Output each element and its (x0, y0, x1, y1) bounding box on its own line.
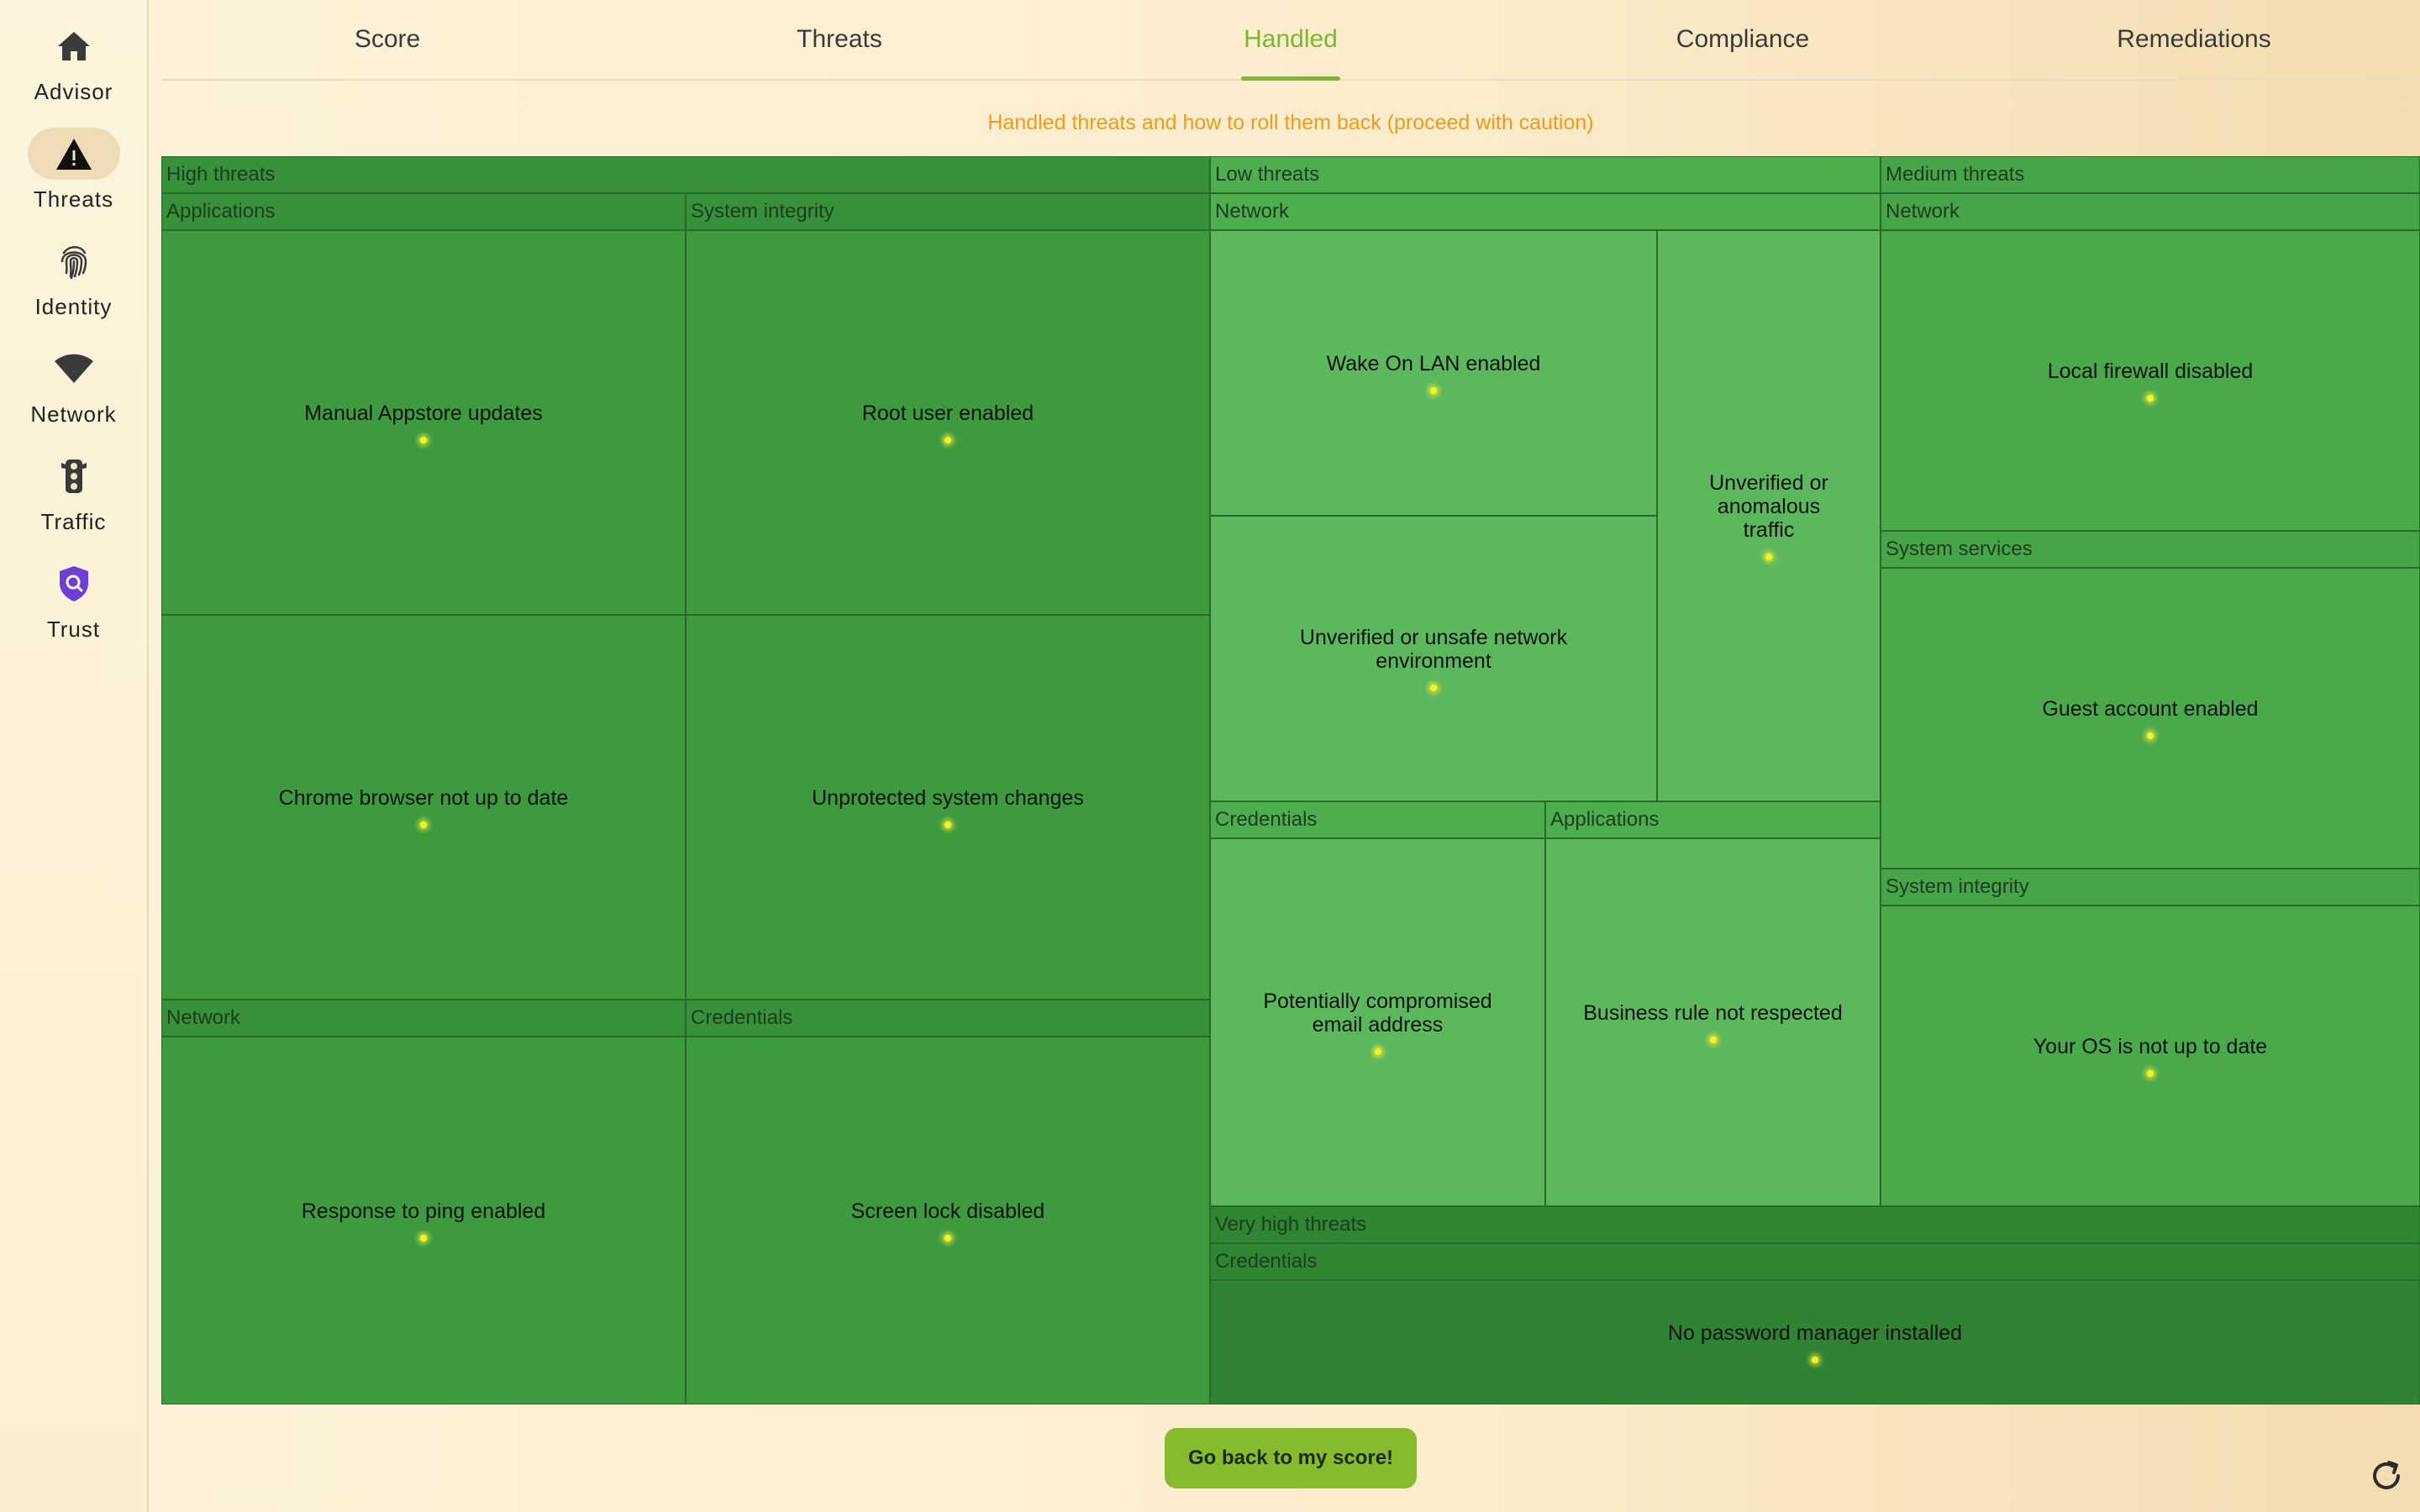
threat-label: Response to ping enabled (301, 1200, 546, 1223)
status-dot (2147, 732, 2154, 739)
status-dot (944, 437, 951, 444)
sidebar-item-traffic[interactable]: Traffic (0, 438, 147, 539)
threat-tile-chrome-browser[interactable]: Chrome browser not up to date (161, 615, 686, 1000)
threat-label: Root user enabled (861, 402, 1034, 425)
threat-tile-os-not-up-to-date[interactable]: Your OS is not up to date (1881, 906, 2420, 1206)
status-dot (1374, 1048, 1381, 1055)
threat-tile-anomalous-traffic[interactable]: Unverified or anomalous traffic (1657, 230, 1881, 801)
group-header-high-threats: High threats (161, 156, 1210, 193)
active-tab-underline (1241, 76, 1340, 81)
tab-threats[interactable]: Threats (613, 0, 1065, 79)
group-header-very-high-threats: Very high threats (1210, 1206, 2420, 1243)
sidebar-item-identity[interactable]: Identity (0, 223, 147, 324)
threat-label: Guest account enabled (2042, 697, 2259, 721)
status-dot (944, 1235, 951, 1242)
subgroup-header-network: Network (1210, 193, 1881, 230)
threat-tile-local-firewall-disabled[interactable]: Local firewall disabled (1881, 230, 2420, 531)
threat-label: Unverified or unsafe network environment (1299, 626, 1568, 673)
sidebar-item-label: Traffic (40, 509, 107, 534)
status-dot (420, 822, 427, 828)
threat-label: Business rule not respected (1583, 1001, 1843, 1025)
threat-tile-wake-on-lan[interactable]: Wake On LAN enabled (1210, 230, 1657, 516)
fingerprint-icon (28, 235, 120, 287)
subgroup-header-credentials: Credentials (686, 1000, 1210, 1037)
threat-label: No password manager installed (1667, 1321, 1963, 1345)
threat-tile-no-password-manager[interactable]: No password manager installed (1210, 1280, 2420, 1404)
sidebar-item-label: Network (30, 402, 117, 427)
subgroup-header-credentials: Credentials (1210, 801, 1545, 838)
subgroup-header-network: Network (161, 1000, 686, 1037)
subgroup-header-system-services: System services (1881, 531, 2420, 568)
status-dot (2147, 1070, 2154, 1077)
threat-treemap: High threats Applications System integri… (161, 156, 2420, 1404)
tab-compliance[interactable]: Compliance (1517, 0, 1969, 79)
home-icon (28, 20, 120, 72)
sidebar-item-label: Advisor (34, 79, 113, 104)
sidebar-item-label: Threats (33, 186, 114, 212)
threat-tile-root-user-enabled[interactable]: Root user enabled (686, 230, 1210, 615)
shield-search-icon (28, 558, 120, 610)
sidebar-item-network[interactable]: Network (0, 331, 147, 432)
threat-tile-screen-lock-disabled[interactable]: Screen lock disabled (686, 1037, 1210, 1404)
status-dot (420, 437, 427, 444)
status-dot (2147, 395, 2154, 402)
subgroup-header-credentials: Credentials (1210, 1243, 2420, 1280)
sidebar-item-trust[interactable]: Trust (0, 546, 147, 647)
wifi-icon (28, 343, 120, 395)
threat-tile-response-to-ping[interactable]: Response to ping enabled (161, 1037, 686, 1404)
sidebar-item-label: Identity (34, 294, 113, 319)
threat-label: Local firewall disabled (2047, 360, 2254, 383)
sidebar-item-label: Trust (46, 617, 101, 642)
tab-label: Handled (1244, 25, 1338, 53)
threat-label: Potentially compromised email address (1263, 990, 1492, 1037)
threat-label: Screen lock disabled (850, 1200, 1045, 1223)
tab-score[interactable]: Score (161, 0, 613, 79)
threat-tile-compromised-email[interactable]: Potentially compromised email address (1210, 838, 1545, 1206)
status-dot (1709, 1037, 1717, 1043)
sidebar-item-threats[interactable]: Threats (0, 116, 147, 217)
status-dot (1765, 554, 1772, 560)
sidebar: Advisor Threats Identity Network Traffic (0, 0, 149, 1512)
threat-label: Unprotected system changes (812, 786, 1084, 810)
group-header-low-threats: Low threats (1210, 156, 1881, 193)
traffic-light-icon (28, 450, 120, 502)
back-to-score-button[interactable]: Go back to my score! (1165, 1428, 1417, 1488)
group-header-medium-threats: Medium threats (1881, 156, 2420, 193)
tab-remediations[interactable]: Remediations (1968, 0, 2420, 79)
tab-bar: Score Threats Handled Compliance Remedia… (161, 0, 2420, 81)
status-dot (1430, 685, 1437, 691)
threat-label: Unverified or anomalous traffic (1709, 471, 1828, 542)
sidebar-item-advisor[interactable]: Advisor (0, 8, 147, 109)
threat-tile-business-rule[interactable]: Business rule not respected (1545, 838, 1881, 1206)
subgroup-header-applications: Applications (161, 193, 686, 230)
subgroup-header-system-integrity: System integrity (1881, 869, 2420, 906)
subgroup-header-applications: Applications (1545, 801, 1881, 838)
page-subtitle: Handled threats and how to roll them bac… (987, 111, 1594, 134)
tab-handled[interactable]: Handled (1065, 0, 1517, 81)
threat-label: Manual Appstore updates (304, 402, 543, 425)
warning-icon (27, 128, 120, 180)
status-dot (1812, 1357, 1818, 1363)
threat-label: Wake On LAN enabled (1326, 352, 1541, 375)
threat-label: Chrome browser not up to date (278, 786, 569, 810)
subgroup-header-system-integrity: System integrity (686, 193, 1210, 230)
threat-tile-guest-account-enabled[interactable]: Guest account enabled (1881, 568, 2420, 869)
status-dot (420, 1235, 427, 1242)
threat-label: Your OS is not up to date (2033, 1035, 2268, 1058)
threat-tile-unsafe-network-environment[interactable]: Unverified or unsafe network environment (1210, 516, 1657, 801)
status-dot (944, 822, 951, 828)
subgroup-header-network: Network (1881, 193, 2420, 230)
threat-tile-manual-appstore-updates[interactable]: Manual Appstore updates (161, 230, 686, 615)
status-dot (1430, 387, 1437, 394)
threat-tile-unprotected-system-changes[interactable]: Unprotected system changes (686, 615, 1210, 1000)
refresh-icon[interactable] (2368, 1457, 2405, 1494)
